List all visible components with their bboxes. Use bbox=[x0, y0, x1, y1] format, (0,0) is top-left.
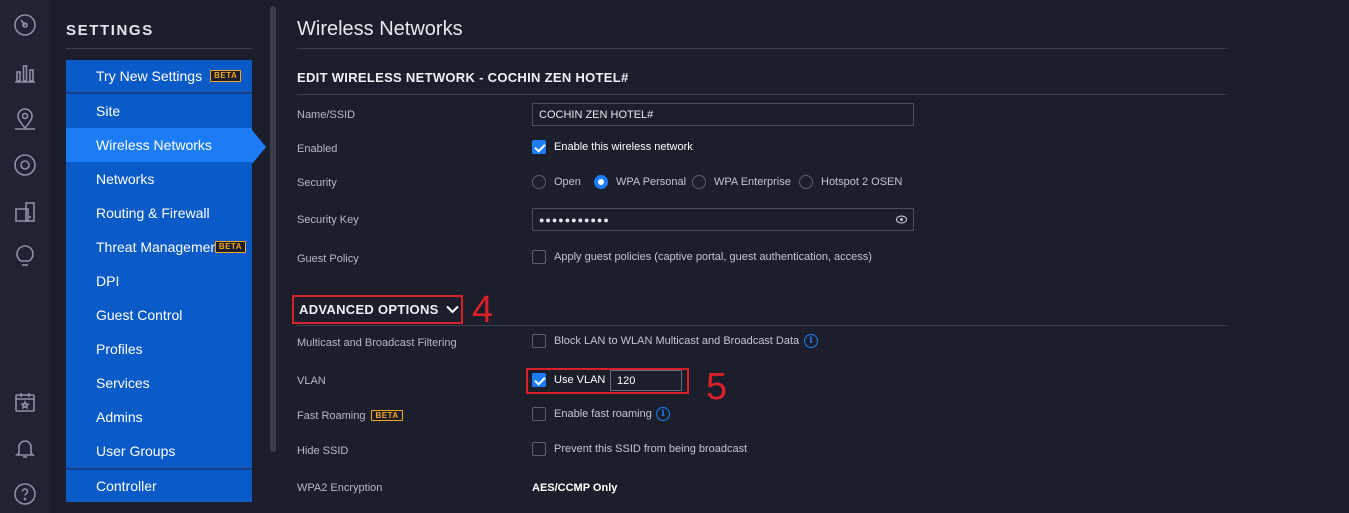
nav-item-services[interactable]: Services bbox=[66, 366, 252, 400]
insights-icon[interactable] bbox=[12, 243, 38, 269]
vlan-text: Use VLAN bbox=[554, 374, 606, 386]
guest-policy-text: Apply guest policies (captive portal, gu… bbox=[554, 251, 872, 263]
beta-badge: BETA bbox=[210, 70, 242, 82]
name-ssid-label: Name/SSID bbox=[297, 109, 356, 121]
dashboard-icon[interactable] bbox=[12, 12, 38, 38]
title-divider bbox=[297, 48, 1227, 49]
advanced-divider bbox=[297, 325, 1227, 326]
nav-item-label: DPI bbox=[96, 273, 120, 289]
nav-item-label: Try New Settings bbox=[96, 68, 203, 84]
nav-item-try-new-settings[interactable]: Try New Settings BETA bbox=[66, 60, 252, 94]
nav-item-routing-firewall[interactable]: Routing & Firewall bbox=[66, 196, 252, 230]
nav-item-profiles[interactable]: Profiles bbox=[66, 332, 252, 366]
name-ssid-input[interactable]: COCHIN ZEN HOTEL# bbox=[532, 103, 914, 126]
nav-item-label: Services bbox=[96, 375, 150, 391]
security-wpa-personal-label: WPA Personal bbox=[616, 176, 687, 188]
wpa2-encryption-label: WPA2 Encryption bbox=[297, 482, 383, 494]
multicast-checkbox[interactable] bbox=[532, 334, 546, 348]
nav-item-guest-control[interactable]: Guest Control bbox=[66, 298, 252, 332]
multicast-label: Multicast and Broadcast Filtering bbox=[297, 337, 457, 349]
nav-item-user-groups[interactable]: User Groups bbox=[66, 434, 252, 468]
nav-item-wireless-networks[interactable]: Wireless Networks bbox=[66, 128, 252, 162]
nav-item-label: Guest Control bbox=[96, 307, 183, 323]
nav-item-label: Networks bbox=[96, 171, 155, 187]
clients-icon[interactable] bbox=[12, 199, 38, 225]
show-password-icon[interactable] bbox=[896, 215, 907, 224]
annotation-step-5: 5 bbox=[706, 366, 728, 408]
multicast-text: Block LAN to WLAN Multicast and Broadcas… bbox=[554, 335, 800, 347]
events-icon[interactable] bbox=[12, 389, 38, 415]
security-wpa-personal-radio[interactable] bbox=[594, 175, 608, 189]
nav-item-label: User Groups bbox=[96, 443, 176, 459]
security-wpa-enterprise-radio[interactable] bbox=[692, 175, 706, 189]
nav-divider bbox=[66, 48, 252, 49]
security-open-label: Open bbox=[554, 176, 581, 188]
nav-item-dpi[interactable]: DPI bbox=[66, 264, 252, 298]
nav-item-networks[interactable]: Networks bbox=[66, 162, 252, 196]
nav-item-label: Wireless Networks bbox=[96, 137, 212, 153]
vlan-checkbox[interactable] bbox=[532, 373, 546, 387]
nav-list: Try New Settings BETA Site Wireless Netw… bbox=[66, 60, 252, 502]
main-content: Wireless Networks EDIT WIRELESS NETWORK … bbox=[292, 0, 1227, 513]
alerts-icon[interactable] bbox=[12, 435, 38, 461]
vlan-id-input[interactable]: 120 bbox=[610, 370, 682, 391]
chevron-down-icon bbox=[445, 305, 459, 314]
fast-roaming-text-label: Fast Roaming bbox=[297, 410, 366, 422]
active-indicator bbox=[252, 130, 266, 164]
security-open-radio[interactable] bbox=[532, 175, 546, 189]
enabled-text: Enable this wireless network bbox=[554, 141, 693, 153]
enabled-checkbox[interactable] bbox=[532, 140, 546, 154]
hide-ssid-checkbox[interactable] bbox=[532, 442, 546, 456]
nav-item-label: Admins bbox=[96, 409, 143, 425]
help-icon[interactable] bbox=[12, 481, 38, 507]
fast-roaming-text: Enable fast roaming bbox=[554, 408, 652, 420]
section-title: EDIT WIRELESS NETWORK - COCHIN ZEN HOTEL… bbox=[297, 70, 629, 85]
security-key-input[interactable]: ●●●●●●●●●●● bbox=[532, 208, 914, 231]
nav-title: SETTINGS bbox=[66, 22, 154, 39]
nav-item-controller[interactable]: Controller bbox=[66, 468, 252, 502]
guest-policy-label: Guest Policy bbox=[297, 253, 359, 265]
beta-badge: BETA bbox=[214, 241, 246, 253]
wpa2-encryption-value: AES/CCMP Only bbox=[532, 482, 618, 494]
enabled-label: Enabled bbox=[297, 143, 338, 155]
statistics-icon[interactable] bbox=[12, 60, 38, 86]
vlan-label: VLAN bbox=[297, 375, 326, 387]
settings-nav: SETTINGS Try New Settings BETA Site Wire… bbox=[50, 0, 278, 513]
guest-policy-checkbox[interactable] bbox=[532, 250, 546, 264]
nav-item-threat-management[interactable]: Threat Management BETA bbox=[66, 230, 252, 264]
fast-roaming-info-icon[interactable]: i bbox=[656, 407, 670, 421]
multicast-info-icon[interactable]: i bbox=[804, 334, 818, 348]
fast-roaming-checkbox[interactable] bbox=[532, 407, 546, 421]
security-wpa-enterprise-label: WPA Enterprise bbox=[714, 176, 791, 188]
devices-icon[interactable] bbox=[12, 152, 38, 178]
nav-item-label: Threat Management bbox=[96, 239, 223, 255]
fast-roaming-label: Fast Roaming BETA bbox=[297, 410, 403, 422]
nav-item-site[interactable]: Site bbox=[66, 94, 252, 128]
nav-item-admins[interactable]: Admins bbox=[66, 400, 252, 434]
beta-badge: BETA bbox=[371, 410, 403, 421]
advanced-options-toggle[interactable]: ADVANCED OPTIONS bbox=[292, 295, 463, 324]
nav-item-label: Controller bbox=[96, 478, 157, 494]
advanced-options-label: ADVANCED OPTIONS bbox=[299, 302, 439, 317]
nav-item-label: Routing & Firewall bbox=[96, 205, 210, 221]
security-key-label: Security Key bbox=[297, 214, 359, 226]
nav-item-label: Site bbox=[96, 103, 121, 119]
map-icon[interactable] bbox=[12, 106, 38, 132]
security-hotspot-label: Hotspot 2 OSEN bbox=[821, 176, 903, 188]
hide-ssid-text: Prevent this SSID from being broadcast bbox=[554, 443, 748, 455]
security-key-value: ●●●●●●●●●●● bbox=[539, 214, 610, 225]
security-label: Security bbox=[297, 177, 337, 189]
page-title: Wireless Networks bbox=[297, 18, 463, 40]
nav-item-label: Profiles bbox=[96, 341, 143, 357]
security-hotspot-radio[interactable] bbox=[799, 175, 813, 189]
nav-scrollbar[interactable] bbox=[270, 6, 276, 452]
icon-rail bbox=[0, 0, 50, 513]
hide-ssid-label: Hide SSID bbox=[297, 445, 349, 457]
section-divider bbox=[297, 94, 1227, 95]
